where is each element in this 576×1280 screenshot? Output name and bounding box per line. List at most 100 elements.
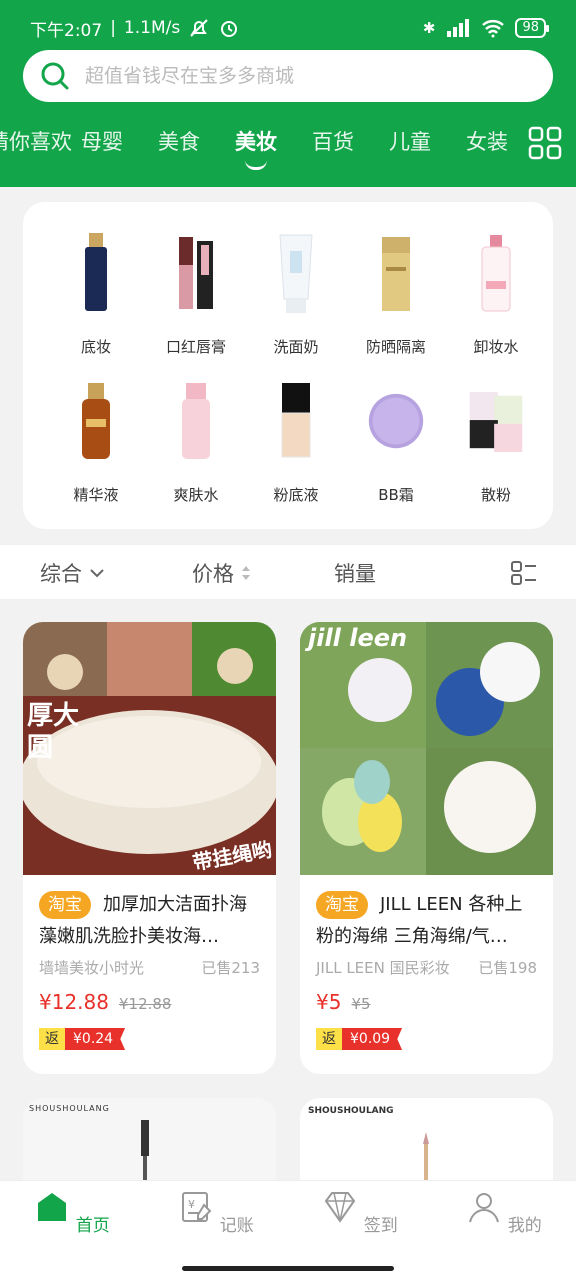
product-card[interactable]: jill leen 淘宝 JILL LEEN 各种上粉的海绵 三角海绵/气… JI…	[300, 622, 553, 1074]
category-foundation[interactable]: 底妆	[43, 228, 149, 357]
sort-price-label: 价格	[192, 562, 234, 586]
category-tabs: 猜你喜欢 母婴 美食 美妆 百货 儿童 女装	[0, 118, 576, 178]
layout-toggle-icon[interactable]	[510, 559, 538, 587]
status-time: 下午2:07	[30, 20, 103, 41]
ledger-icon: ¥	[182, 1192, 212, 1222]
category-loose-powder[interactable]: 散粉	[443, 376, 549, 505]
rebate-badge: 返 ¥0.24	[39, 1028, 126, 1050]
rebate-value: ¥0.24	[65, 1028, 126, 1050]
alarm-icon	[221, 21, 238, 37]
original-price: ¥12.88	[118, 995, 172, 1013]
chevron-down-icon	[90, 569, 104, 578]
product-image-caption: 厚大圆	[27, 701, 80, 763]
tab-guess-you-like[interactable]: 猜你喜欢	[0, 126, 72, 156]
wifi-icon	[482, 20, 505, 38]
all-categories-grid-icon[interactable]	[528, 126, 562, 160]
sort-price[interactable]: 价格	[192, 558, 252, 588]
mute-bell-icon	[190, 19, 208, 37]
category-liquid-foundation[interactable]: 粉底液	[243, 376, 349, 505]
beauty-category-card: 底妆 口红唇膏 洗面奶 防晒隔离 卸妆水 精华液 爽肤水 粉底液 BB霜 散粉	[23, 202, 553, 529]
category-cleanser[interactable]: 洗面奶	[243, 228, 349, 357]
active-tab-indicator	[245, 160, 267, 170]
rebate-label: 返	[39, 1028, 65, 1050]
product-card[interactable]: 厚大圆 带挂绳哟 淘宝 加厚加大洁面扑海藻嫩肌洗脸扑美妆海… 墙墙美妆小时光 已售…	[23, 622, 276, 1074]
tab-womens-clothing[interactable]: 女装	[466, 126, 508, 156]
svg-text:¥: ¥	[188, 1198, 195, 1211]
product-brand-mark: SHOUSHOULANG	[29, 1104, 110, 1113]
category-label: 卸妆水	[473, 338, 519, 356]
category-label: 粉底液	[273, 486, 319, 504]
nav-bookkeeping-label: 记账	[219, 1216, 254, 1236]
tab-beauty-label: 美妆	[235, 130, 277, 154]
top-header: 下午2:07 | 1.1M/s ✱ 98 猜你喜欢 母婴 美食 美妆 百货 儿童…	[0, 0, 576, 187]
bluetooth-icon: ✱	[422, 19, 436, 37]
sort-sales[interactable]: 销量	[334, 558, 376, 588]
category-toner[interactable]: 爽肤水	[143, 376, 249, 505]
nav-check-in-label: 签到	[363, 1216, 398, 1236]
bb-cream-compact-icon	[368, 393, 424, 449]
sort-comprehensive[interactable]: 综合	[40, 558, 106, 588]
category-label: 洗面奶	[273, 338, 319, 356]
category-label: 底妆	[80, 338, 111, 356]
lipstick-icon	[179, 237, 213, 309]
status-speed: 1.1M/s	[123, 18, 181, 38]
home-icon	[38, 1193, 67, 1221]
category-makeup-remover[interactable]: 卸妆水	[443, 228, 549, 357]
foundation-bottle-icon	[85, 233, 107, 311]
search-input[interactable]	[85, 65, 553, 87]
category-label: 散粉	[480, 486, 511, 504]
sunscreen-bottle-icon	[382, 237, 410, 311]
original-price: ¥5	[351, 995, 371, 1013]
sort-arrows-icon	[242, 566, 250, 580]
sold-count: 已售213	[201, 959, 260, 977]
product-image-caption: jill leen	[308, 624, 408, 652]
product-image: 厚大圆 带挂绳哟	[23, 622, 276, 875]
category-label: BB霜	[378, 486, 414, 504]
source-badge: 淘宝	[316, 891, 368, 919]
bottom-navigation: 首页 ¥ 记账 签到 我的	[0, 1180, 576, 1280]
category-sunscreen[interactable]: 防晒隔离	[343, 228, 449, 357]
nav-bookkeeping[interactable]: ¥ 记账	[166, 1189, 266, 1236]
product-title: 淘宝 加厚加大洁面扑海藻嫩肌洗脸扑美妆海…	[39, 889, 260, 953]
current-price: ¥5	[316, 990, 342, 1014]
rebate-value: ¥0.09	[342, 1028, 403, 1050]
product-image: jill leen	[300, 622, 553, 875]
search-bar[interactable]	[23, 50, 553, 102]
home-indicator[interactable]	[182, 1266, 394, 1271]
sold-count: 已售198	[478, 959, 537, 977]
tab-food[interactable]: 美食	[158, 126, 200, 156]
shop-name: 墙墙美妆小时光	[39, 959, 145, 977]
tab-kids[interactable]: 儿童	[389, 126, 431, 156]
shop-name: JILL LEEN 国民彩妆	[316, 959, 450, 977]
category-label: 防晒隔离	[365, 338, 426, 356]
battery-indicator: 98	[515, 18, 549, 38]
tab-department-store[interactable]: 百货	[312, 126, 354, 156]
product-title: 淘宝 JILL LEEN 各种上粉的海绵 三角海绵/气…	[316, 889, 537, 953]
nav-profile-label: 我的	[507, 1216, 542, 1236]
makeup-remover-bottle-icon	[481, 235, 511, 312]
current-price: ¥12.88	[39, 990, 109, 1014]
toner-bottle-icon	[182, 383, 210, 459]
category-serum[interactable]: 精华液	[43, 376, 149, 505]
category-label: 口红唇膏	[165, 338, 226, 356]
tab-beauty[interactable]: 美妆	[235, 126, 277, 170]
nav-home[interactable]: 首页	[22, 1189, 122, 1236]
rebate-label: 返	[316, 1028, 342, 1050]
serum-bottle-icon	[82, 383, 110, 459]
nav-check-in[interactable]: 签到	[310, 1189, 410, 1236]
signal-icon	[447, 19, 470, 37]
sort-sales-label: 销量	[334, 562, 376, 586]
category-label: 精华液	[73, 486, 119, 504]
tab-baby[interactable]: 母婴	[81, 126, 123, 156]
liquid-foundation-icon	[281, 383, 311, 458]
nav-profile[interactable]: 我的	[454, 1189, 554, 1236]
loose-powder-icon	[469, 391, 523, 452]
category-lipstick[interactable]: 口红唇膏	[143, 228, 249, 357]
search-icon	[41, 62, 69, 90]
user-icon	[469, 1193, 500, 1223]
cleanser-tube-icon	[279, 234, 313, 313]
status-bar: 下午2:07 | 1.1M/s ✱ 98	[30, 14, 549, 42]
nav-home-label: 首页	[75, 1216, 110, 1236]
rebate-badge: 返 ¥0.09	[316, 1028, 403, 1050]
category-bb-cream[interactable]: BB霜	[343, 376, 449, 505]
